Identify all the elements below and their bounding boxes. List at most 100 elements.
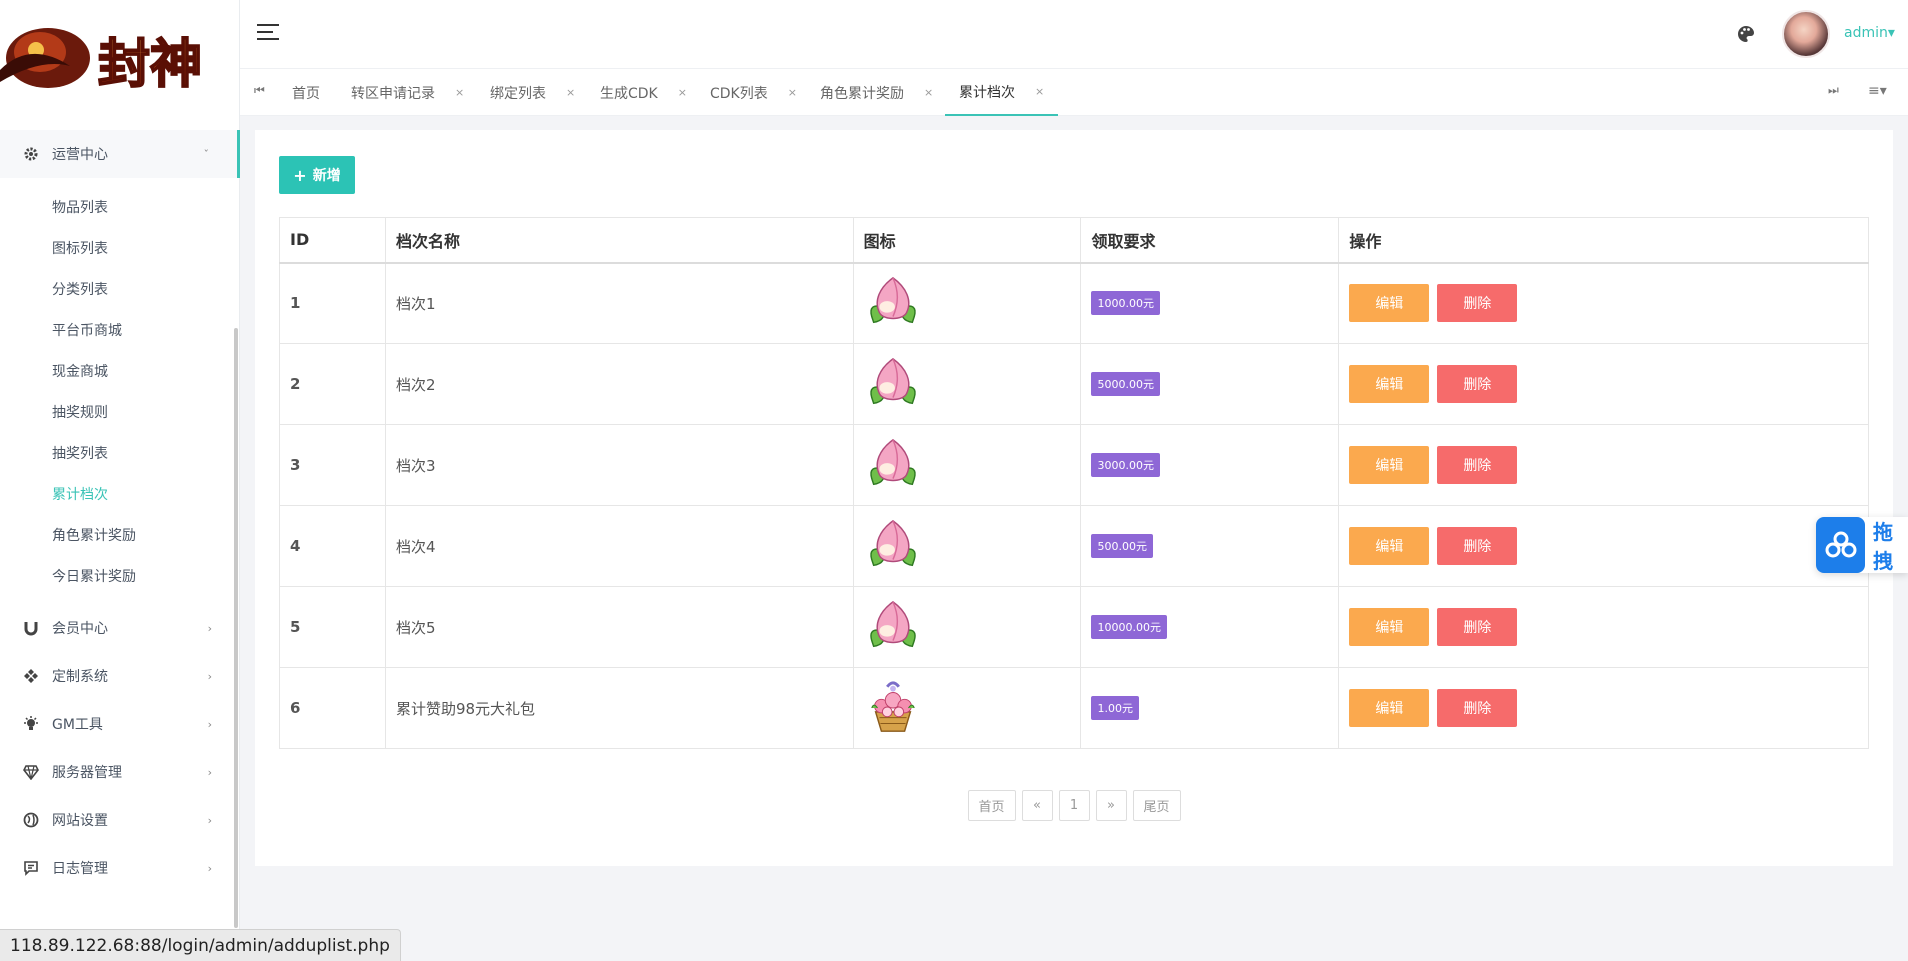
edit-button[interactable]: 编辑 [1349, 446, 1430, 484]
globe-icon [20, 809, 42, 831]
peach-icon [869, 277, 916, 324]
requirement-badge: 500.00元 [1091, 534, 1153, 558]
delete-button[interactable]: 删除 [1437, 608, 1518, 646]
palette-icon[interactable] [1736, 24, 1756, 44]
floating-widget[interactable]: 拖拽 [1816, 517, 1908, 573]
hamburger-menu-icon[interactable] [257, 24, 279, 42]
cell-requirement: 1000.00元 [1080, 262, 1340, 344]
floating-widget-label: 拖拽 [1873, 520, 1893, 573]
sidebar-group-custom[interactable]: 定制系统 › [0, 652, 240, 700]
content-card: + 新增 ID 档次名称 图标 领取要求 操作 1 档次1 1000.00元 编… [255, 130, 1893, 866]
sidebar-group-operations[interactable]: 运营中心 ˇ [0, 130, 240, 178]
tab-menu-icon[interactable]: ≡▾ [1868, 83, 1887, 99]
edit-button[interactable]: 编辑 [1349, 527, 1430, 565]
pagination-prev[interactable]: « [1021, 790, 1053, 821]
peach-icon [869, 357, 916, 405]
pagination-last[interactable]: 尾页 [1132, 790, 1181, 821]
user-menu[interactable]: admin▾ [1844, 25, 1895, 41]
pagination-page[interactable]: 1 [1058, 790, 1090, 821]
sidebar-item-categories[interactable]: 分类列表 [52, 268, 108, 309]
close-icon[interactable]: × [566, 86, 575, 99]
avatar[interactable] [1782, 10, 1830, 58]
cell-icon [852, 505, 1082, 587]
brand-logo[interactable]: 封神 [0, 0, 240, 120]
sidebar-item-cumulative-tiers[interactable]: 累计档次 [52, 473, 108, 514]
pagination-first[interactable]: 首页 [967, 790, 1016, 821]
delete-button[interactable]: 删除 [1437, 365, 1518, 403]
cell-name: 累计赞助98元大礼包 [384, 667, 854, 749]
cell-requirement: 5000.00元 [1080, 343, 1340, 425]
pagination-next[interactable]: » [1095, 790, 1127, 821]
column-header-actions: 操作 [1338, 217, 1869, 264]
cell-actions: 编辑 删除 [1338, 505, 1869, 587]
tab-scroll-right-icon[interactable]: ⏭ [1828, 83, 1839, 98]
column-header-name[interactable]: 档次名称 [384, 217, 854, 264]
cell-requirement: 500.00元 [1080, 505, 1340, 587]
close-icon[interactable]: × [924, 86, 933, 99]
sidebar-group-label: 会员中心 [52, 621, 108, 637]
sidebar-group-label: 定制系统 [52, 669, 108, 685]
edit-button[interactable]: 编辑 [1349, 365, 1430, 403]
sidebar-item-lottery-list[interactable]: 抽奖列表 [52, 432, 108, 473]
tab-cumulative-tiers[interactable]: 累计档次 × [945, 69, 1059, 116]
column-header-requirement[interactable]: 领取要求 [1080, 217, 1340, 264]
chevron-right-icon: › [207, 621, 212, 635]
sidebar-item-icons[interactable]: 图标列表 [52, 227, 108, 268]
cell-name: 档次2 [384, 343, 854, 425]
sidebar-group-site-settings[interactable]: 网站设置 › [0, 796, 240, 844]
close-icon[interactable]: × [1035, 85, 1044, 98]
cell-actions: 编辑 删除 [1338, 667, 1869, 749]
delete-button[interactable]: 删除 [1437, 446, 1518, 484]
cell-requirement: 3000.00元 [1080, 424, 1340, 506]
tab-bar: ⏮ 首页 转区申请记录 × 绑定列表 × 生成CDK × CDK列表 × 角色累… [240, 68, 1908, 116]
cell-actions: 编辑 删除 [1338, 343, 1869, 425]
tab-role-rewards[interactable]: 角色累计奖励 × [820, 69, 933, 116]
table-row: 3 档次3 3000.00元 编辑 删除 [279, 424, 1869, 506]
chevron-right-icon: › [207, 861, 212, 875]
tab-scroll-left-icon[interactable]: ⏮ [254, 83, 265, 98]
sidebar-group-gm-tools[interactable]: GM工具 › [0, 700, 240, 748]
sidebar-item-role-rewards[interactable]: 角色累计奖励 [52, 514, 136, 555]
cell-id: 4 [279, 505, 386, 587]
cell-actions: 编辑 删除 [1338, 586, 1869, 668]
edit-button[interactable]: 编辑 [1349, 284, 1430, 323]
sidebar-group-members[interactable]: 会员中心 › [0, 604, 240, 652]
tab-transfer-records[interactable]: 转区申请记录 × [351, 69, 464, 116]
delete-button[interactable]: 删除 [1437, 689, 1518, 727]
chevron-down-icon: ▾ [1887, 25, 1895, 41]
add-button-label: 新增 [312, 168, 341, 184]
chevron-right-icon: › [207, 669, 212, 683]
table-row: 4 档次4 500.00元 编辑 删除 [279, 505, 1869, 587]
sidebar-group-servers[interactable]: 服务器管理 › [0, 748, 240, 796]
tab-bind-list[interactable]: 绑定列表 × [490, 69, 575, 116]
tab-home[interactable]: 首页 [292, 69, 320, 116]
column-header-id[interactable]: ID [279, 217, 386, 264]
sidebar-item-cash-shop[interactable]: 现金商城 [52, 350, 108, 391]
close-icon[interactable]: × [788, 86, 797, 99]
table-header-row: ID 档次名称 图标 领取要求 操作 [279, 217, 1869, 264]
requirement-badge: 1000.00元 [1091, 291, 1160, 316]
bulb-icon [20, 713, 42, 735]
close-icon[interactable]: × [455, 86, 464, 99]
sidebar-group-logs[interactable]: 日志管理 › [0, 844, 240, 892]
user-name: admin [1844, 25, 1888, 41]
cell-icon [852, 262, 1082, 344]
cell-id: 3 [279, 424, 386, 506]
table-row: 1 档次1 1000.00元 编辑 删除 [279, 262, 1869, 344]
tab-cdk-list[interactable]: CDK列表 × [710, 69, 797, 116]
close-icon[interactable]: × [678, 86, 687, 99]
edit-button[interactable]: 编辑 [1349, 689, 1430, 727]
tab-label: 首页 [292, 85, 320, 102]
table-row: 6 累计赞助98元大礼包 1.00元 编辑 删除 [279, 667, 1869, 749]
sidebar-item-today-rewards[interactable]: 今日累计奖励 [52, 555, 136, 596]
sidebar-item-items[interactable]: 物品列表 [52, 186, 108, 227]
sidebar-item-coin-shop[interactable]: 平台币商城 [52, 309, 122, 350]
tab-label: 转区申请记录 [351, 85, 435, 102]
delete-button[interactable]: 删除 [1437, 284, 1518, 323]
tab-generate-cdk[interactable]: 生成CDK × [600, 69, 687, 116]
sidebar-item-lottery-rules[interactable]: 抽奖规则 [52, 391, 108, 432]
add-button[interactable]: + 新增 [279, 156, 355, 194]
column-header-icon[interactable]: 图标 [852, 217, 1082, 264]
delete-button[interactable]: 删除 [1437, 527, 1518, 565]
edit-button[interactable]: 编辑 [1349, 608, 1430, 646]
